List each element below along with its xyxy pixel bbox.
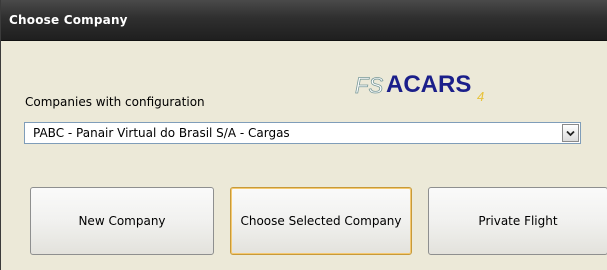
choose-selected-company-button[interactable]: Choose Selected Company: [230, 187, 412, 255]
company-select[interactable]: PABC - Panair Virtual do Brasil S/A - Ca…: [24, 122, 581, 144]
logo-suffix: 4: [477, 89, 484, 104]
choose-company-window: Choose Company FS ACARS 4 Companies with…: [0, 0, 607, 270]
private-flight-button[interactable]: Private Flight: [428, 187, 607, 255]
companies-label: Companies with configuration: [25, 95, 205, 109]
window-title: Choose Company: [9, 13, 128, 27]
selected-company-value: PABC - Panair Virtual do Brasil S/A - Ca…: [33, 126, 290, 140]
logo-prefix: FS: [355, 73, 383, 98]
new-company-button[interactable]: New Company: [30, 187, 214, 255]
title-bar[interactable]: Choose Company: [1, 0, 607, 41]
chevron-down-icon: [566, 130, 575, 136]
fsacars-logo: FS ACARS 4: [351, 63, 501, 105]
logo-name: ACARS: [386, 71, 471, 98]
dropdown-button[interactable]: [562, 124, 579, 142]
